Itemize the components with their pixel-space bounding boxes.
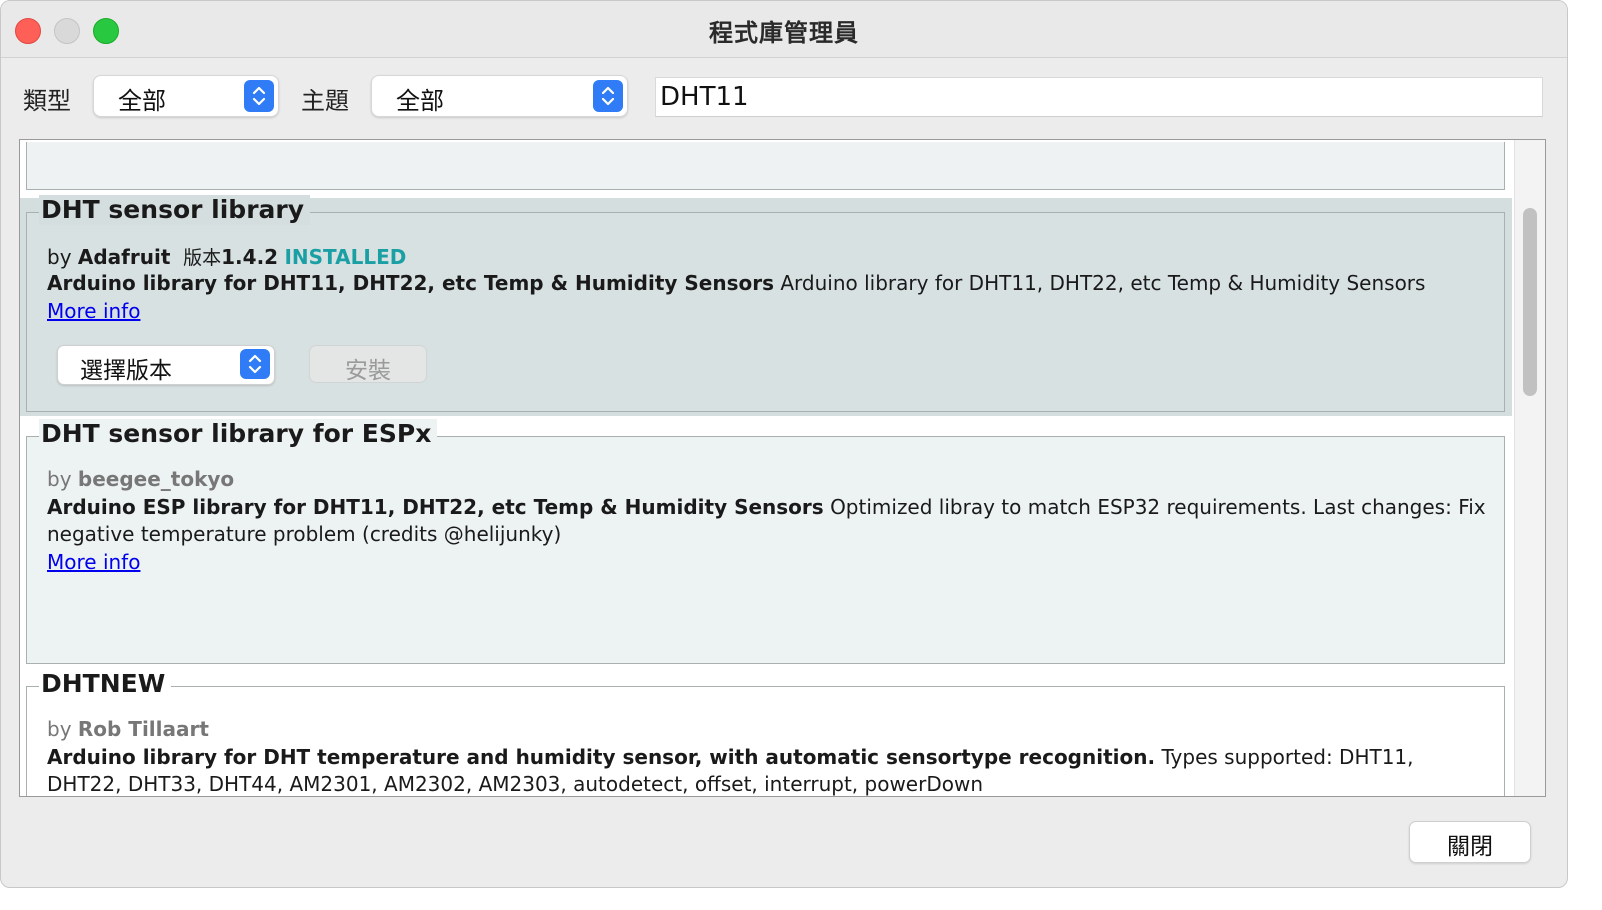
library-byline: by beegee_tokyo [47,467,234,491]
select-stepper-icon [244,80,274,112]
by-prefix: by [47,467,72,491]
title-bar: 程式庫管理員 [1,1,1567,58]
more-info-link[interactable]: More info [47,550,140,574]
library-version: 1.4.2 [221,245,279,269]
library-description: Arduino library for DHT11, DHT22, etc Te… [47,270,1487,297]
library-manager-window: 程式庫管理員 類型 全部 主題 全部 DHT11 DHT sensor libr… [0,0,1568,888]
topic-filter-label: 主題 [301,87,349,115]
select-stepper-icon [593,80,623,112]
library-details: Arduino library for DHT11, DHT22, etc Te… [780,271,1426,295]
version-select[interactable]: 選擇版本 [57,345,275,385]
close-button-label: 關閉 [1447,834,1493,860]
library-card-partial [26,142,1505,190]
library-author: beegee_tokyo [77,467,235,491]
library-name: DHT sensor library for ESPx [39,419,438,449]
library-list[interactable]: DHT sensor library by Adafruit 版本1.4.2 I… [19,139,1546,797]
vertical-scrollbar[interactable] [1514,140,1545,796]
topic-filter-value: 全部 [396,87,444,115]
library-author: Rob Tillaart [77,717,209,741]
library-description: Arduino ESP library for DHT11, DHT22, et… [47,494,1487,548]
scrollbar-thumb[interactable] [1523,208,1537,396]
library-byline: by Adafruit 版本1.4.2 INSTALLED [47,243,406,270]
library-name: DHTNEW [39,669,172,699]
search-input-value: DHT11 [660,82,749,112]
install-button[interactable]: 安裝 [309,345,427,384]
by-prefix: by [47,245,72,269]
select-stepper-icon [240,349,270,379]
library-summary: Arduino ESP library for DHT11, DHT22, et… [47,495,824,519]
type-filter-value: 全部 [118,87,166,115]
library-card-dht-sensor-library-espx[interactable]: DHT sensor library for ESPx by beegee_to… [26,419,1505,664]
library-author: Adafruit [77,245,171,269]
by-prefix: by [47,717,72,741]
type-filter-label: 類型 [23,87,71,115]
library-card-dht-sensor-library[interactable]: DHT sensor library by Adafruit 版本1.4.2 I… [26,195,1505,412]
search-input[interactable]: DHT11 [655,77,1543,117]
library-card-dhtnew[interactable]: DHTNEW by Rob Tillaart Arduino library f… [26,669,1505,796]
filter-bar: 類型 全部 主題 全部 DHT11 [1,57,1567,137]
install-button-label: 安裝 [345,358,391,384]
topic-filter-select[interactable]: 全部 [371,75,628,117]
window-title: 程式庫管理員 [709,19,859,47]
installed-badge: INSTALLED [284,245,407,269]
library-byline: by Rob Tillaart [47,717,209,741]
version-label: 版本 [183,247,222,269]
type-filter-select[interactable]: 全部 [93,75,279,117]
library-name: DHT sensor library [39,195,311,225]
version-select-value: 選擇版本 [80,358,172,384]
more-info-link[interactable]: More info [47,299,140,323]
library-summary: Arduino library for DHT11, DHT22, etc Te… [47,271,775,295]
close-button[interactable]: 關閉 [1409,821,1531,863]
library-summary: Arduino library for DHT temperature and … [47,745,1156,769]
library-description: Arduino library for DHT temperature and … [47,744,1487,796]
